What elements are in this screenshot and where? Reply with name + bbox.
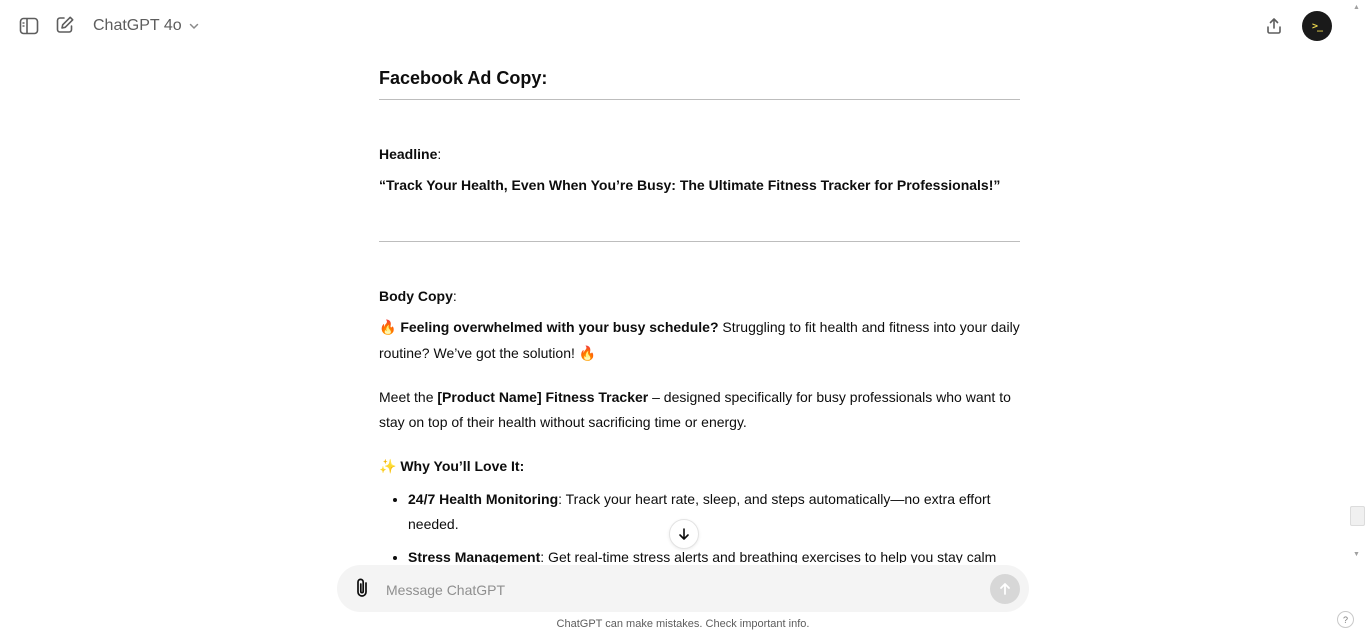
headline-text: “Track Your Health, Even When You’re Bus…	[379, 173, 1020, 198]
why-heading: ✨ Why You’ll Love It:	[379, 454, 1020, 480]
sparkles-emoji-icon: ✨	[379, 459, 397, 475]
fire-emoji-icon: 🔥	[379, 320, 397, 336]
body-paragraph-1: 🔥 Feeling overwhelmed with your busy sch…	[379, 315, 1020, 367]
send-button[interactable]	[990, 574, 1020, 604]
why-label: Why You’ll Love It:	[400, 458, 525, 474]
scroll-up-arrow-icon[interactable]: ▲	[1353, 4, 1360, 11]
scroll-down-arrow-icon[interactable]: ▼	[1353, 551, 1360, 558]
bullet-bold: 24/7 Health Monitoring	[408, 491, 559, 507]
body-paragraph-2: Meet the [Product Name] Fitness Tracker …	[379, 385, 1020, 435]
model-selector[interactable]: ChatGPT 4o	[93, 14, 200, 38]
scroll-to-bottom-button[interactable]	[669, 519, 699, 549]
disclaimer-text: ChatGPT can make mistakes. Check importa…	[556, 618, 810, 630]
headline-label: Headline	[379, 146, 438, 162]
headline-label-line: Headline:	[379, 142, 1020, 167]
new-chat-icon[interactable]	[51, 11, 79, 39]
avatar[interactable]: >_	[1302, 11, 1332, 41]
body-label: Body Copy	[379, 288, 453, 304]
sidebar-toggle-icon[interactable]	[15, 12, 43, 40]
headline-quote: “Track Your Health, Even When You’re Bus…	[379, 177, 1001, 193]
list-item: 24/7 Health Monitoring: Track your heart…	[408, 487, 1020, 537]
benefits-list: 24/7 Health Monitoring: Track your heart…	[379, 487, 1020, 570]
message-input[interactable]	[384, 577, 968, 603]
assistant-message: Facebook Ad Copy: Headline: “Track Your …	[379, 52, 1020, 570]
message-composer	[337, 565, 1029, 612]
fire-emoji-icon: 🔥	[578, 346, 597, 362]
headline-colon: :	[437, 146, 442, 162]
scrollbar-thumb[interactable]	[1350, 506, 1365, 526]
top-bar: ChatGPT 4o >_	[0, 0, 1366, 52]
avatar-text: >_	[1311, 20, 1323, 32]
share-icon[interactable]	[1260, 12, 1288, 40]
p2-bold: [Product Name] Fitness Tracker	[437, 389, 649, 405]
arrow-down-icon	[679, 528, 689, 540]
attach-icon[interactable]	[351, 576, 373, 605]
scrollbar[interactable]	[1350, 0, 1366, 565]
body-colon: :	[452, 288, 457, 304]
p1-bold: Feeling overwhelmed with your busy sched…	[400, 319, 719, 335]
model-name: ChatGPT 4o	[93, 17, 182, 34]
body-label-line: Body Copy:	[379, 284, 1020, 309]
section-title: Facebook Ad Copy:	[379, 68, 548, 88]
chevron-down-icon	[189, 23, 198, 30]
arrow-up-icon	[1000, 583, 1010, 595]
help-button[interactable]: ?	[1337, 611, 1354, 628]
p2-start: Meet the	[379, 389, 438, 405]
